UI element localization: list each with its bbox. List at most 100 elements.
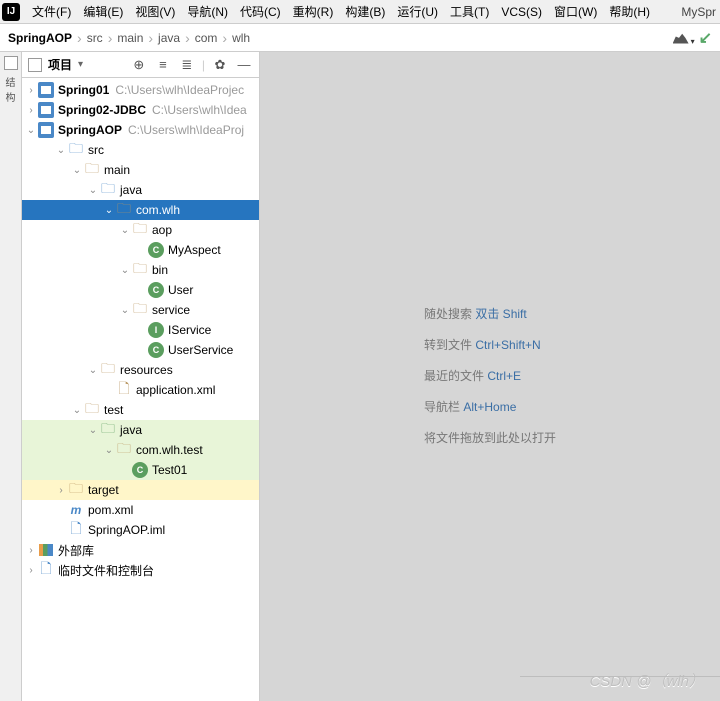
watermark-label: CSDN @（wlh） — [590, 670, 704, 691]
test-folder-icon: 🗀 — [100, 422, 116, 438]
menu-build[interactable]: 构建(B) — [339, 1, 391, 23]
folder-icon: 🗀 — [68, 482, 84, 498]
menu-bar: IJ 文件(F) 编辑(E) 视图(V) 导航(N) 代码(C) 重构(R) 构… — [0, 0, 720, 24]
welcome-hints: 随处搜索 双击 Shift 转到文件 Ctrl+Shift+N 最近的文件 Ct… — [424, 299, 556, 455]
shortcut-label: Alt+Home — [463, 400, 516, 414]
chevron-right-icon: › — [77, 31, 82, 45]
sidebar-title[interactable]: 项目 — [48, 56, 72, 73]
tree-file[interactable]: 🗋application.xml — [22, 380, 259, 400]
collapse-all-icon[interactable]: ≣ — [178, 56, 196, 74]
class-icon: C — [148, 342, 164, 358]
menu-navigate[interactable]: 导航(N) — [181, 1, 234, 23]
source-folder-icon: 🗀 — [100, 182, 116, 198]
interface-icon: I — [148, 322, 164, 338]
tree-module[interactable]: ⌄SpringAOPC:\Users\wlh\IdeaProj — [22, 120, 259, 140]
menu-view[interactable]: 视图(V) — [129, 1, 181, 23]
tree-package-selected[interactable]: ⌄🗀com.wlh — [22, 200, 259, 220]
library-icon — [38, 542, 54, 558]
menu-vcs[interactable]: VCS(S) — [495, 1, 548, 23]
folder-icon: 🗀 — [84, 402, 100, 418]
tree-package[interactable]: ⌄🗀com.wlh.test — [22, 440, 259, 460]
folder-icon: 🗀 — [84, 162, 100, 178]
scratch-icon: 🗋 — [38, 562, 54, 578]
tool-window-icon[interactable] — [4, 56, 18, 70]
project-name-label: MySpr — [681, 5, 720, 19]
tree-class[interactable]: CMyAspect — [22, 240, 259, 260]
tree-folder[interactable]: ⌄🗀java — [22, 420, 259, 440]
package-icon: 🗀 — [116, 442, 132, 458]
structure-tool-icon[interactable]: 结构 — [6, 74, 16, 104]
menu-file[interactable]: 文件(F) — [26, 1, 77, 23]
package-icon: 🗀 — [116, 202, 132, 218]
tree-folder[interactable]: ›🗀target — [22, 480, 259, 500]
maven-icon: m — [68, 502, 84, 518]
menu-code[interactable]: 代码(C) — [234, 1, 287, 23]
locate-icon[interactable]: ⊕ — [130, 56, 148, 74]
breadcrumb-item[interactable]: wlh — [232, 31, 250, 45]
shortcut-label: Ctrl+E — [487, 369, 521, 383]
tree-folder[interactable]: ⌄🗀src — [22, 140, 259, 160]
tree-folder[interactable]: ⌄🗀resources — [22, 360, 259, 380]
menu-tools[interactable]: 工具(T) — [444, 1, 495, 23]
editor-empty-area[interactable]: 随处搜索 双击 Shift 转到文件 Ctrl+Shift+N 最近的文件 Ct… — [260, 52, 720, 701]
tree-class[interactable]: CTest01 — [22, 460, 259, 480]
menu-edit[interactable]: 编辑(E) — [77, 1, 129, 23]
gear-icon[interactable]: ✿ — [211, 56, 229, 74]
breadcrumb-bar: SpringAOP › src › main › java › com › wl… — [0, 24, 720, 52]
menu-help[interactable]: 帮助(H) — [603, 1, 656, 23]
minimize-icon[interactable]: — — [235, 56, 253, 74]
tree-file[interactable]: 🗋SpringAOP.iml — [22, 520, 259, 540]
app-logo-icon: IJ — [2, 3, 20, 21]
chevron-down-icon[interactable]: ▾ — [78, 59, 83, 70]
tree-scratches[interactable]: ›🗋临时文件和控制台 — [22, 560, 259, 580]
menu-refactor[interactable]: 重构(R) — [287, 1, 340, 23]
class-icon: C — [132, 462, 148, 478]
module-icon — [38, 122, 54, 138]
breadcrumb-item[interactable]: com — [195, 31, 218, 45]
package-icon: 🗀 — [132, 222, 148, 238]
tree-class[interactable]: CUser — [22, 280, 259, 300]
project-sidebar: 项目 ▾ ⊕ ≡ ≣ | ✿ — ›Spring01C:\Users\wlh\I… — [22, 52, 260, 701]
tree-module[interactable]: ›Spring01C:\Users\wlh\IdeaProjec — [22, 80, 259, 100]
tree-class[interactable]: CUserService — [22, 340, 259, 360]
tree-folder[interactable]: ⌄🗀java — [22, 180, 259, 200]
breadcrumb-item[interactable]: main — [117, 31, 143, 45]
shortcut-label: Ctrl+Shift+N — [475, 338, 540, 352]
package-icon: 🗀 — [132, 262, 148, 278]
status-divider — [520, 676, 720, 677]
tree-external-libs[interactable]: ›外部库 — [22, 540, 259, 560]
tree-package[interactable]: ⌄🗀service — [22, 300, 259, 320]
chevron-right-icon: › — [222, 31, 227, 45]
breadcrumb-item[interactable]: src — [87, 31, 103, 45]
tree-package[interactable]: ⌄🗀bin — [22, 260, 259, 280]
tree-package[interactable]: ⌄🗀aop — [22, 220, 259, 240]
sidebar-header: 项目 ▾ ⊕ ≡ ≣ | ✿ — — [22, 52, 259, 78]
shortcut-label: 双击 Shift — [475, 307, 526, 321]
xml-file-icon: 🗋 — [116, 382, 132, 398]
class-icon: C — [148, 242, 164, 258]
chevron-right-icon: › — [108, 31, 113, 45]
tool-window-strip: 结构 — [0, 52, 22, 701]
menu-window[interactable]: 窗口(W) — [548, 1, 603, 23]
breadcrumb-item[interactable]: java — [158, 31, 180, 45]
project-tree[interactable]: ›Spring01C:\Users\wlh\IdeaProjec ›Spring… — [22, 78, 259, 701]
iml-file-icon: 🗋 — [68, 522, 84, 538]
menu-run[interactable]: 运行(U) — [391, 1, 444, 23]
resources-folder-icon: 🗀 — [100, 362, 116, 378]
tree-module[interactable]: ›Spring02-JDBCC:\Users\wlh\Idea — [22, 100, 259, 120]
package-icon: 🗀 — [132, 302, 148, 318]
project-view-icon[interactable] — [28, 58, 42, 72]
class-icon: C — [148, 282, 164, 298]
module-icon — [38, 102, 54, 118]
tree-file[interactable]: mpom.xml — [22, 500, 259, 520]
chevron-right-icon: › — [148, 31, 153, 45]
user-icon[interactable]: ▾ — [673, 30, 691, 46]
tree-folder[interactable]: ⌄🗀main — [22, 160, 259, 180]
expand-all-icon[interactable]: ≡ — [154, 56, 172, 74]
update-icon[interactable]: ↙ — [699, 28, 712, 48]
chevron-right-icon: › — [185, 31, 190, 45]
breadcrumb-root[interactable]: SpringAOP — [8, 31, 72, 45]
tree-interface[interactable]: IIService — [22, 320, 259, 340]
tree-folder[interactable]: ⌄🗀test — [22, 400, 259, 420]
folder-icon: 🗀 — [68, 142, 84, 158]
